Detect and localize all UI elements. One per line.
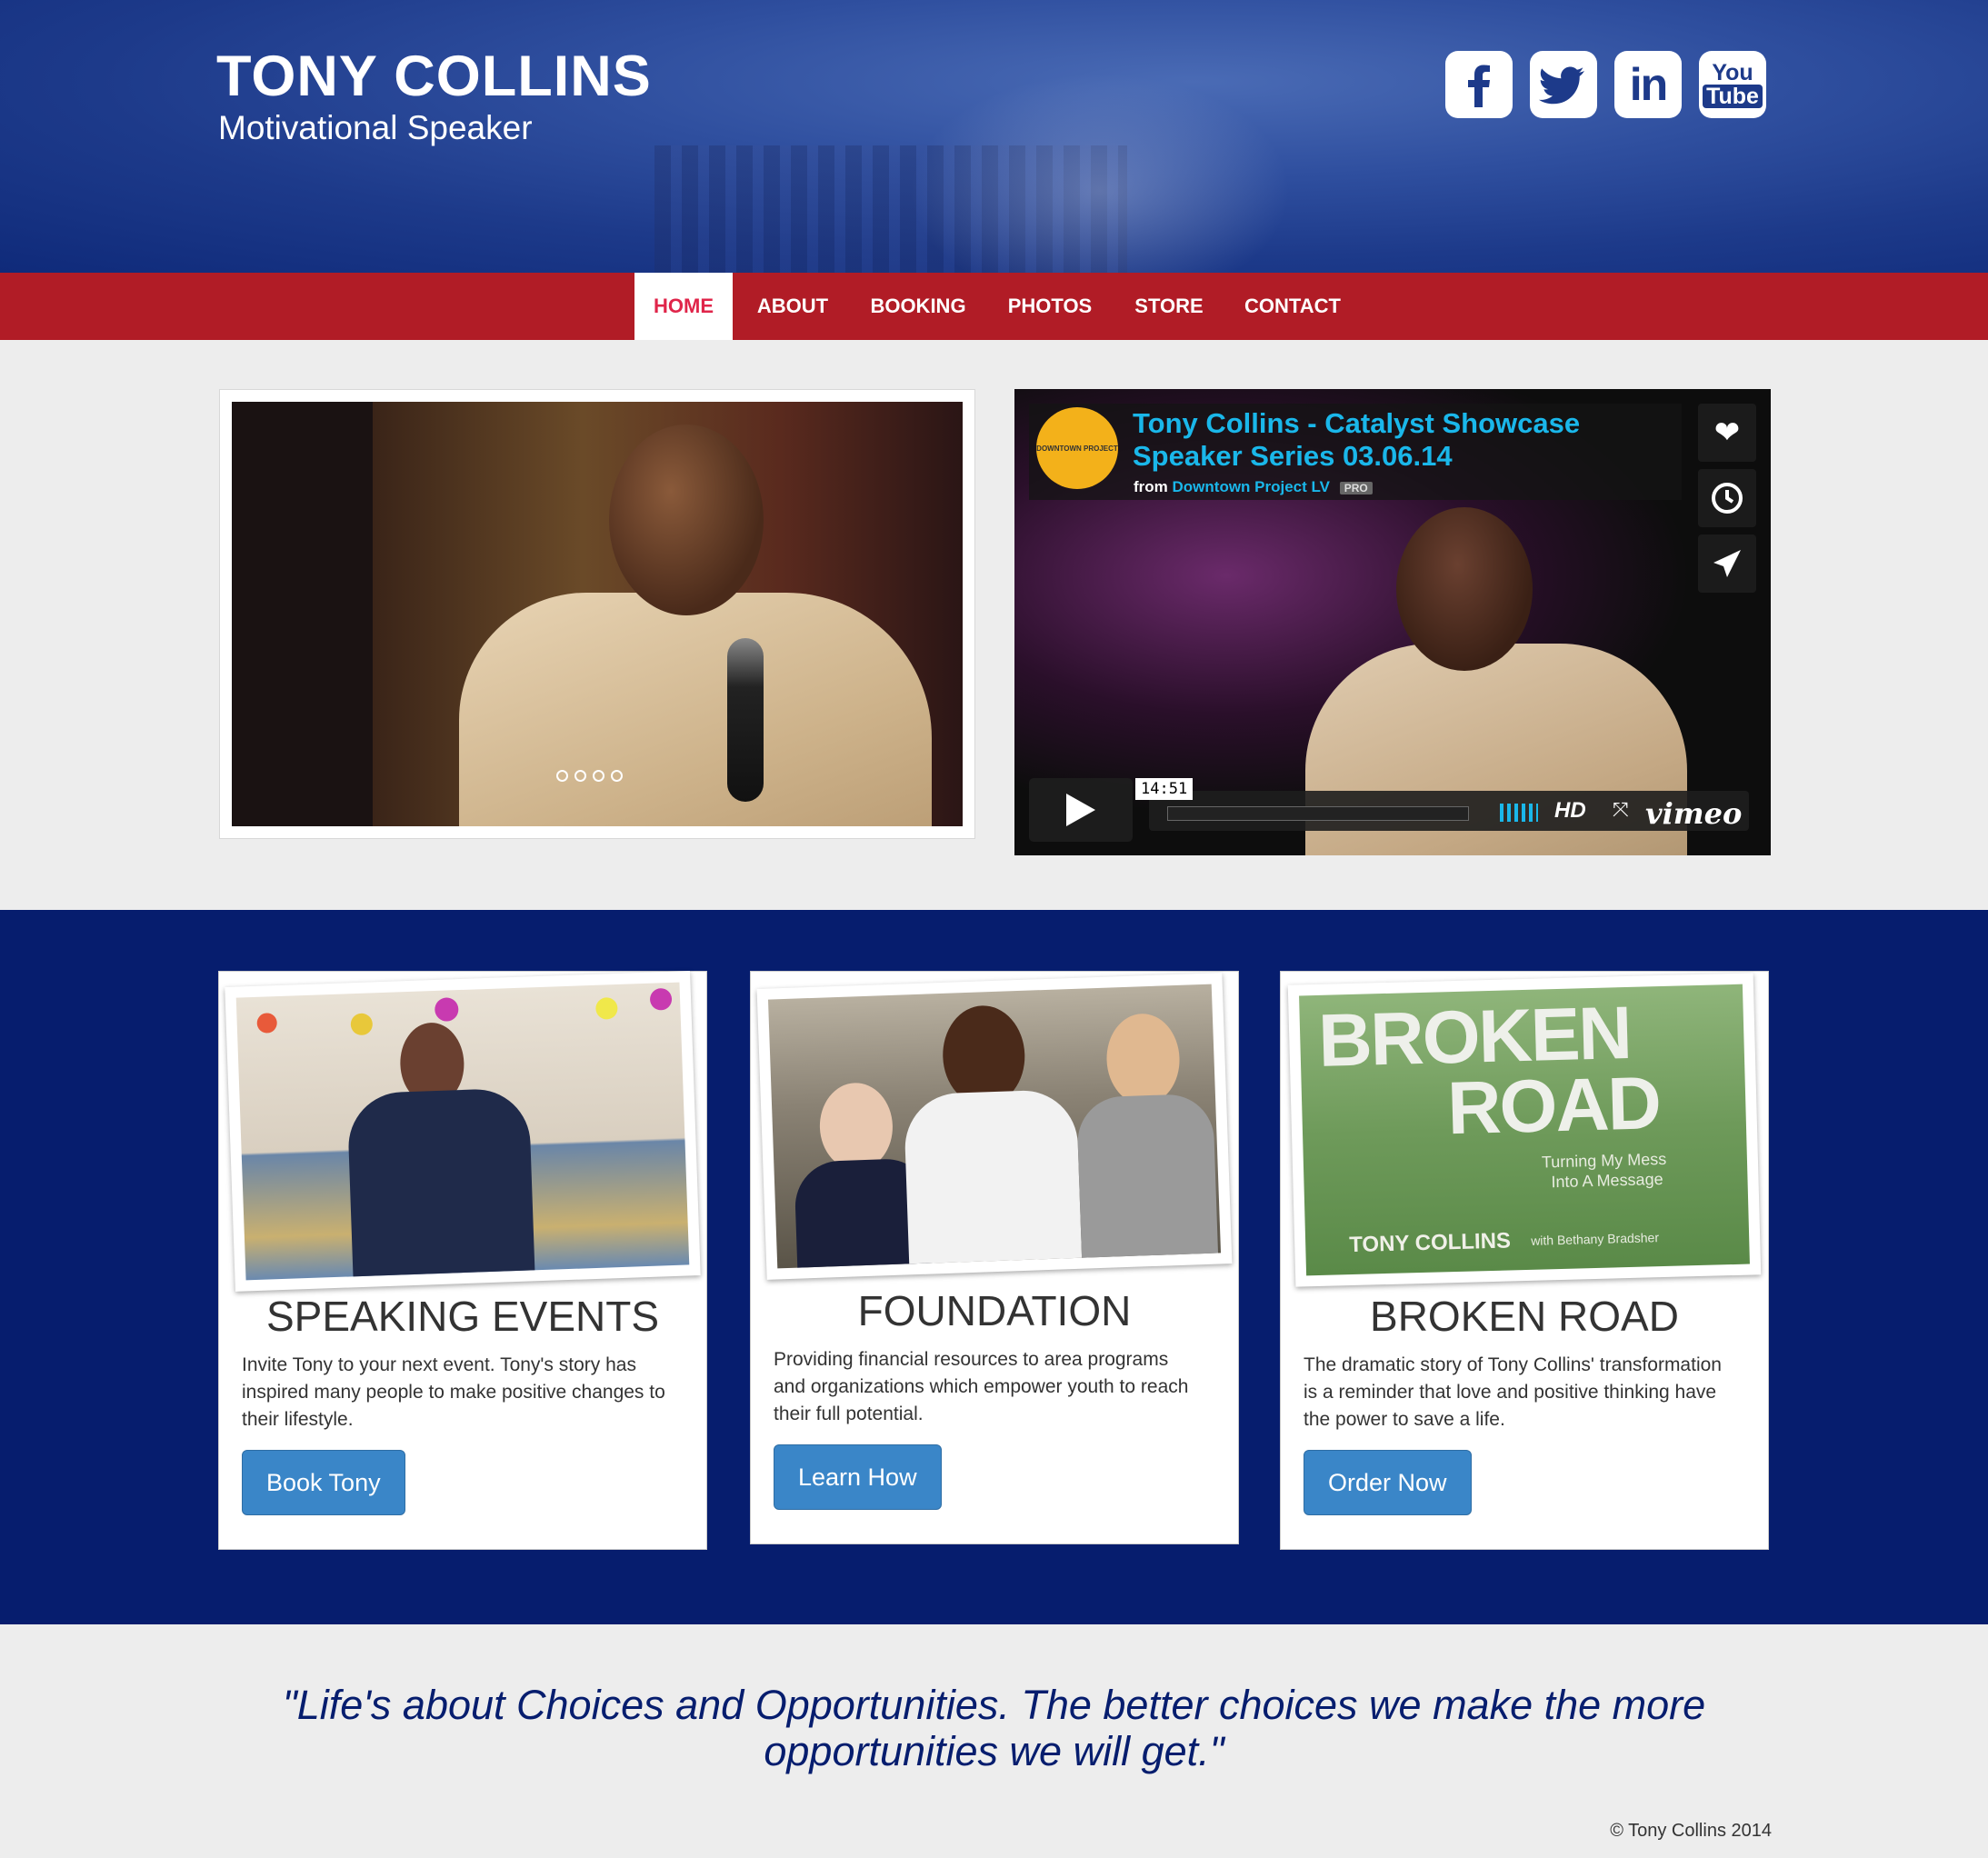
linkedin-glyph: in xyxy=(1629,59,1668,110)
card-title: BROKEN ROAD xyxy=(1370,1293,1679,1340)
volume-icon[interactable] xyxy=(1500,804,1538,822)
decoration-pom xyxy=(649,987,673,1011)
book-cover-author: TONY COLLINS xyxy=(1348,1228,1512,1258)
speaking-event-photo xyxy=(235,982,690,1281)
twitter-glyph xyxy=(1538,66,1584,105)
video-from-label: from xyxy=(1134,478,1168,495)
nav-about[interactable]: ABOUT xyxy=(745,273,840,340)
play-button[interactable] xyxy=(1029,778,1133,842)
slider-dot-3[interactable] xyxy=(593,770,604,782)
linkedin-icon[interactable]: in xyxy=(1614,51,1682,118)
youtube-icon[interactable]: You Tube xyxy=(1699,51,1766,118)
card-title: SPEAKING EVENTS xyxy=(265,1293,659,1340)
decoration-pom xyxy=(256,1013,278,1034)
decoration-pom xyxy=(350,1013,374,1036)
copyright-notice: © Tony Collins 2014 xyxy=(1610,1821,1772,1841)
watch-later-clock-icon[interactable] xyxy=(1698,469,1756,527)
youtube-glyph-line1: You xyxy=(1712,60,1753,85)
nav-store[interactable]: STORE xyxy=(1124,273,1214,340)
pro-badge: PRO xyxy=(1339,482,1373,494)
decoration-pom xyxy=(594,996,618,1020)
video-progress-bar[interactable] xyxy=(1167,806,1469,821)
book-cover-coauthor: with Bethany Bradsher xyxy=(1530,1230,1660,1248)
site-title[interactable]: TONY COLLINS xyxy=(216,44,652,109)
order-now-button[interactable]: Order Now xyxy=(1304,1450,1472,1515)
photo-speaker-head xyxy=(609,425,764,615)
slider-dot-2[interactable] xyxy=(574,770,586,782)
video-title[interactable]: Tony Collins - Catalyst Showcase Speaker… xyxy=(1133,407,1605,473)
card-text: The dramatic story of Tony Collins' tran… xyxy=(1304,1354,1722,1430)
nav-contact[interactable]: CONTACT xyxy=(1234,273,1351,340)
nav-photos[interactable]: PHOTOS xyxy=(996,273,1104,340)
photo-person-head xyxy=(1104,1012,1182,1106)
facebook-icon[interactable] xyxy=(1445,51,1513,118)
clock-glyph xyxy=(1712,483,1743,514)
card-photo-frame xyxy=(225,971,701,1292)
photo-person-head xyxy=(818,1081,894,1172)
video-control-bar: HD ⤧ vimeo xyxy=(1149,791,1749,831)
photo-microphone xyxy=(727,638,764,802)
book-cover-tagline2: Into A Message xyxy=(1551,1170,1663,1192)
fullscreen-icon[interactable]: ⤧ xyxy=(1613,798,1629,822)
learn-how-button[interactable]: Learn How xyxy=(774,1444,942,1510)
slider-dots xyxy=(556,770,623,782)
paper-plane-glyph xyxy=(1713,550,1741,577)
like-heart-icon[interactable]: ❤ xyxy=(1698,404,1756,462)
book-cover-title-line2: ROAD xyxy=(1446,1062,1661,1151)
vimeo-logo[interactable]: vimeo xyxy=(1645,796,1742,831)
photo-speaker-suit xyxy=(459,593,932,826)
book-cover-tagline1: Turning My Mess xyxy=(1541,1149,1667,1172)
slider-dot-4[interactable] xyxy=(611,770,623,782)
site-subtitle: Motivational Speaker xyxy=(218,109,533,146)
broken-road-book-cover[interactable]: BROKEN ROAD Turning My Mess Into A Messa… xyxy=(1299,984,1750,1276)
header-background-player xyxy=(909,73,1291,273)
card-photo-frame: BROKEN ROAD Turning My Mess Into A Messa… xyxy=(1287,973,1762,1287)
video-from: from Downtown Project LV PRO xyxy=(1134,478,1373,496)
book-tony-button[interactable]: Book Tony xyxy=(242,1450,405,1515)
video-duration: 14:51 xyxy=(1135,778,1194,800)
photo-person-shirt xyxy=(1075,1093,1219,1269)
card-speaking-events: SPEAKING EVENTS Invite Tony to your next… xyxy=(218,971,707,1550)
motivational-quote: "Life's about Choices and Opportunities.… xyxy=(282,1682,1706,1774)
main-nav: HOME ABOUT BOOKING PHOTOS STORE CONTACT xyxy=(0,273,1988,340)
photo-speaker-suit xyxy=(346,1087,536,1281)
card-title: FOUNDATION xyxy=(857,1287,1132,1334)
video-channel-link[interactable]: Downtown Project LV xyxy=(1173,478,1330,495)
share-paper-plane-icon[interactable] xyxy=(1698,534,1756,593)
channel-logo[interactable]: DOWNTOWN PROJECT xyxy=(1036,407,1118,489)
decoration-pom xyxy=(434,997,459,1022)
twitter-icon[interactable] xyxy=(1530,51,1597,118)
play-icon xyxy=(1066,794,1095,826)
vimeo-video-player[interactable]: DOWNTOWN PROJECT Tony Collins - Catalyst… xyxy=(1014,389,1771,855)
photo-person-shirt xyxy=(903,1088,1083,1269)
nav-booking[interactable]: BOOKING xyxy=(858,273,978,340)
youtube-glyph-line2: Tube xyxy=(1703,85,1763,108)
slider-dot-1[interactable] xyxy=(556,770,568,782)
facebook-glyph xyxy=(1468,65,1490,107)
card-foundation: FOUNDATION Providing financial resources… xyxy=(750,971,1239,1544)
card-photo-frame xyxy=(756,973,1233,1280)
card-broken-road: BROKEN ROAD Turning My Mess Into A Messa… xyxy=(1280,971,1769,1550)
foundation-photo xyxy=(767,984,1222,1269)
card-text: Providing financial resources to area pr… xyxy=(774,1349,1189,1424)
video-speaker-head xyxy=(1396,507,1533,671)
site-header: TONY COLLINS Motivational Speaker in You… xyxy=(0,0,1988,273)
card-text: Invite Tony to your next event. Tony's s… xyxy=(242,1354,665,1430)
hero-slide-photo xyxy=(232,402,963,826)
hd-toggle[interactable]: HD xyxy=(1554,798,1586,824)
nav-home[interactable]: HOME xyxy=(634,273,733,340)
